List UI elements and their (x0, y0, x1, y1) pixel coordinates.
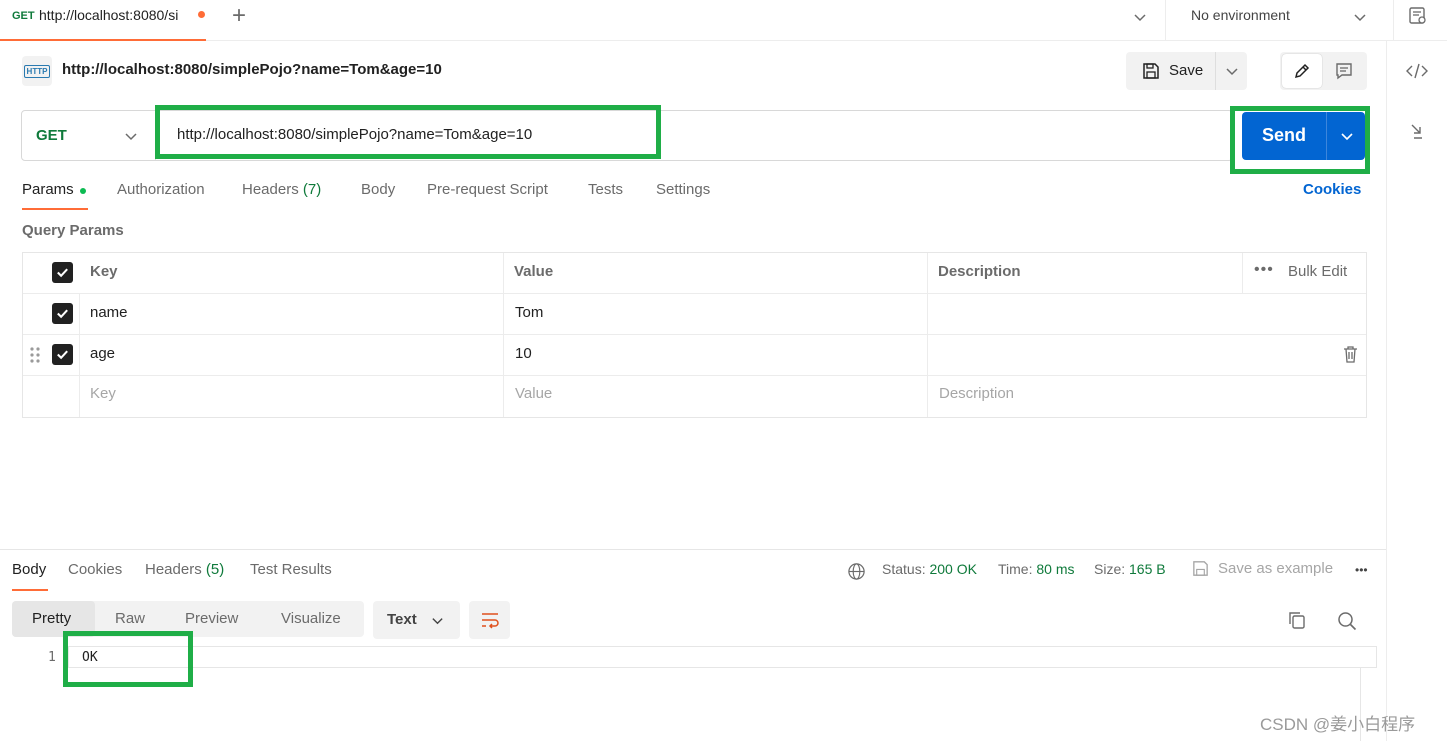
save-example-icon (1193, 561, 1208, 576)
tab-body[interactable]: Body (361, 181, 395, 198)
env-chevron-down-icon[interactable] (1353, 10, 1367, 24)
divider (1165, 0, 1166, 41)
divider (503, 253, 504, 417)
param-value[interactable]: Tom (515, 304, 543, 321)
divider (23, 334, 1366, 335)
comments-icon[interactable] (1334, 61, 1354, 81)
column-value: Value (514, 263, 554, 280)
divider (1393, 0, 1394, 41)
more-options-icon[interactable]: ••• (1254, 261, 1274, 279)
select-all-checkbox[interactable] (52, 262, 73, 283)
response-tab-headers[interactable]: Headers (5) (145, 561, 224, 578)
tab-params[interactable]: Params (22, 181, 74, 198)
method-chevron-down-icon[interactable] (124, 129, 138, 143)
send-highlight-box (1230, 106, 1370, 174)
status-value: 200 OK (929, 561, 977, 577)
tab-headers[interactable]: Headers (7) (242, 181, 321, 198)
response-highlight-box (63, 631, 193, 687)
time-readout: Time: 80 ms (998, 561, 1075, 577)
divider (1242, 253, 1243, 293)
save-options-chevron-down-icon[interactable] (1225, 64, 1239, 78)
response-tab-test-results[interactable]: Test Results (250, 561, 332, 578)
response-divider (0, 549, 1386, 550)
param-key[interactable]: age (90, 345, 115, 362)
environment-quick-look-icon[interactable] (1408, 6, 1428, 26)
save-icon (1143, 63, 1159, 79)
search-icon[interactable] (1337, 611, 1357, 631)
trash-icon[interactable] (1343, 346, 1358, 363)
copy-icon[interactable] (1287, 610, 1307, 630)
response-tab-body[interactable]: Body (12, 561, 46, 578)
new-tab-plus-icon[interactable]: + (232, 2, 246, 30)
cookies-link[interactable]: Cookies (1303, 181, 1361, 198)
environment-selector[interactable]: No environment (1191, 7, 1290, 23)
tab-prerequest-script[interactable]: Pre-request Script (427, 181, 548, 198)
save-label: Save (1169, 62, 1204, 79)
view-raw[interactable]: Raw (115, 610, 145, 627)
drag-handle-icon[interactable] (30, 346, 40, 364)
column-key: Key (90, 263, 118, 280)
divider (23, 293, 1366, 294)
url-highlight-box (155, 105, 661, 159)
method-selector[interactable]: GET (36, 127, 67, 144)
globe-icon[interactable] (847, 562, 866, 581)
size-value: 165 B (1129, 561, 1166, 577)
tab-title: http://localhost:8080/si (39, 7, 179, 23)
divider (79, 294, 80, 417)
active-tab-indicator (12, 589, 48, 591)
active-tab-indicator (22, 208, 88, 210)
row-checkbox[interactable] (52, 303, 73, 324)
new-description-input[interactable]: Description (939, 385, 1014, 402)
bulk-edit-link[interactable]: Bulk Edit (1288, 263, 1347, 280)
divider (1215, 52, 1216, 90)
tab-method: GET (12, 10, 35, 22)
response-body-line (68, 646, 1377, 668)
new-value-input[interactable]: Value (515, 385, 552, 402)
right-sidebar (1386, 41, 1447, 741)
tab-settings[interactable]: Settings (656, 181, 710, 198)
line-number: 1 (48, 650, 56, 665)
headers-count: (7) (302, 181, 322, 198)
format-value: Text (387, 611, 417, 628)
watermark: CSDN @姜小白程序 (1260, 715, 1416, 734)
row-checkbox[interactable] (52, 344, 73, 365)
save-as-example-button[interactable]: Save as example (1218, 560, 1333, 577)
response-more-icon[interactable]: ••• (1355, 563, 1368, 577)
param-key[interactable]: name (90, 304, 128, 321)
format-chevron-down-icon (432, 618, 443, 625)
params-active-dot-icon (80, 188, 86, 194)
query-params-title: Query Params (22, 222, 124, 239)
status-readout: Status: 200 OK (882, 561, 977, 577)
divider (927, 253, 928, 417)
size-readout: Size: 165 B (1094, 561, 1166, 577)
tab-tests[interactable]: Tests (588, 181, 623, 198)
tabs-dropdown-chevron-down-icon[interactable] (1133, 10, 1147, 24)
param-value[interactable]: 10 (515, 345, 532, 362)
wrap-lines-icon (482, 613, 499, 629)
pencil-icon (1294, 63, 1310, 79)
params-table (22, 252, 1367, 418)
view-pretty[interactable]: Pretty (32, 610, 71, 627)
code-snippet-icon[interactable] (1406, 62, 1428, 80)
time-value: 80 ms (1036, 561, 1075, 577)
view-visualize[interactable]: Visualize (281, 610, 341, 627)
response-tab-cookies[interactable]: Cookies (68, 561, 122, 578)
http-request-icon: HTTP (22, 56, 52, 86)
related-collections-icon[interactable] (1409, 122, 1425, 140)
response-headers-count: (5) (205, 561, 225, 578)
view-preview[interactable]: Preview (185, 610, 238, 627)
divider (23, 375, 1366, 376)
tab-authorization[interactable]: Authorization (117, 181, 205, 198)
new-key-input[interactable]: Key (90, 385, 116, 402)
unsaved-dot-icon (198, 11, 205, 18)
column-description: Description (938, 263, 1021, 280)
request-title[interactable]: http://localhost:8080/simplePojo?name=To… (62, 61, 442, 78)
